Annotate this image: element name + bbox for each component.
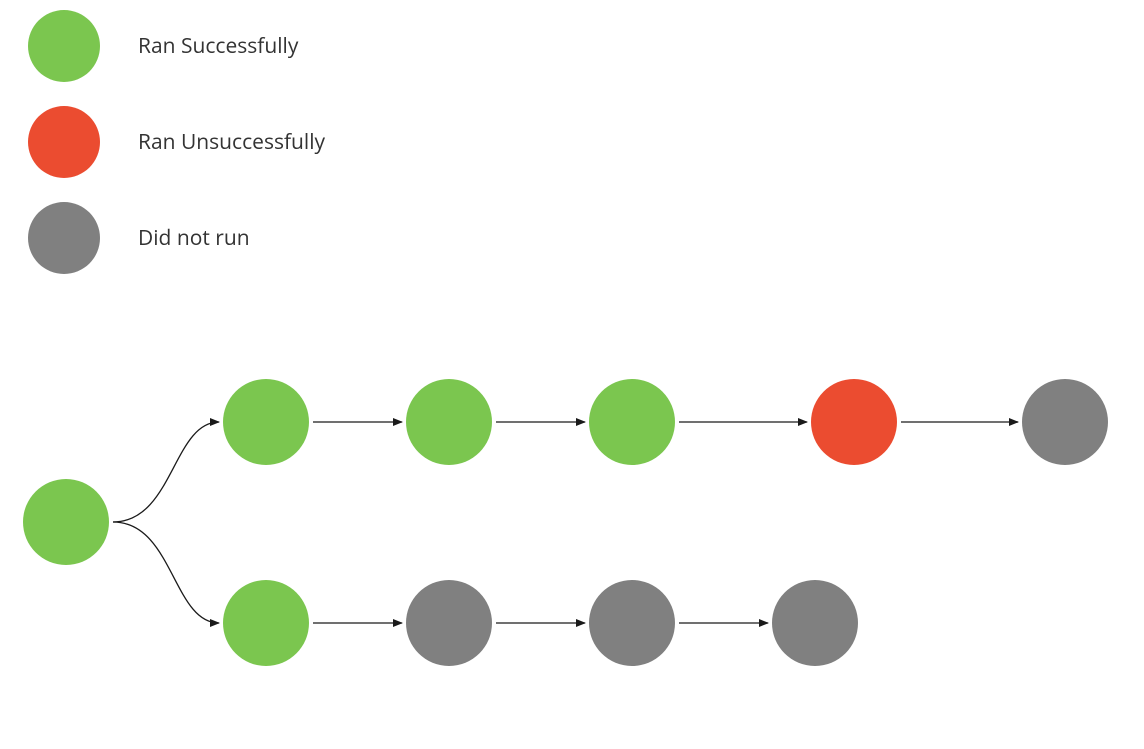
node-top2 <box>406 379 492 465</box>
edge-root-top1 <box>113 422 219 522</box>
node-root <box>23 479 109 565</box>
node-top5 <box>1022 379 1108 465</box>
node-top3 <box>589 379 675 465</box>
node-bot1 <box>223 580 309 666</box>
edge-root-bot1 <box>113 522 219 623</box>
node-bot2 <box>406 580 492 666</box>
node-top1 <box>223 379 309 465</box>
node-top4 <box>811 379 897 465</box>
pipeline-diagram <box>0 0 1144 749</box>
node-bot4 <box>772 580 858 666</box>
edges-layer <box>0 0 1144 749</box>
node-bot3 <box>589 580 675 666</box>
